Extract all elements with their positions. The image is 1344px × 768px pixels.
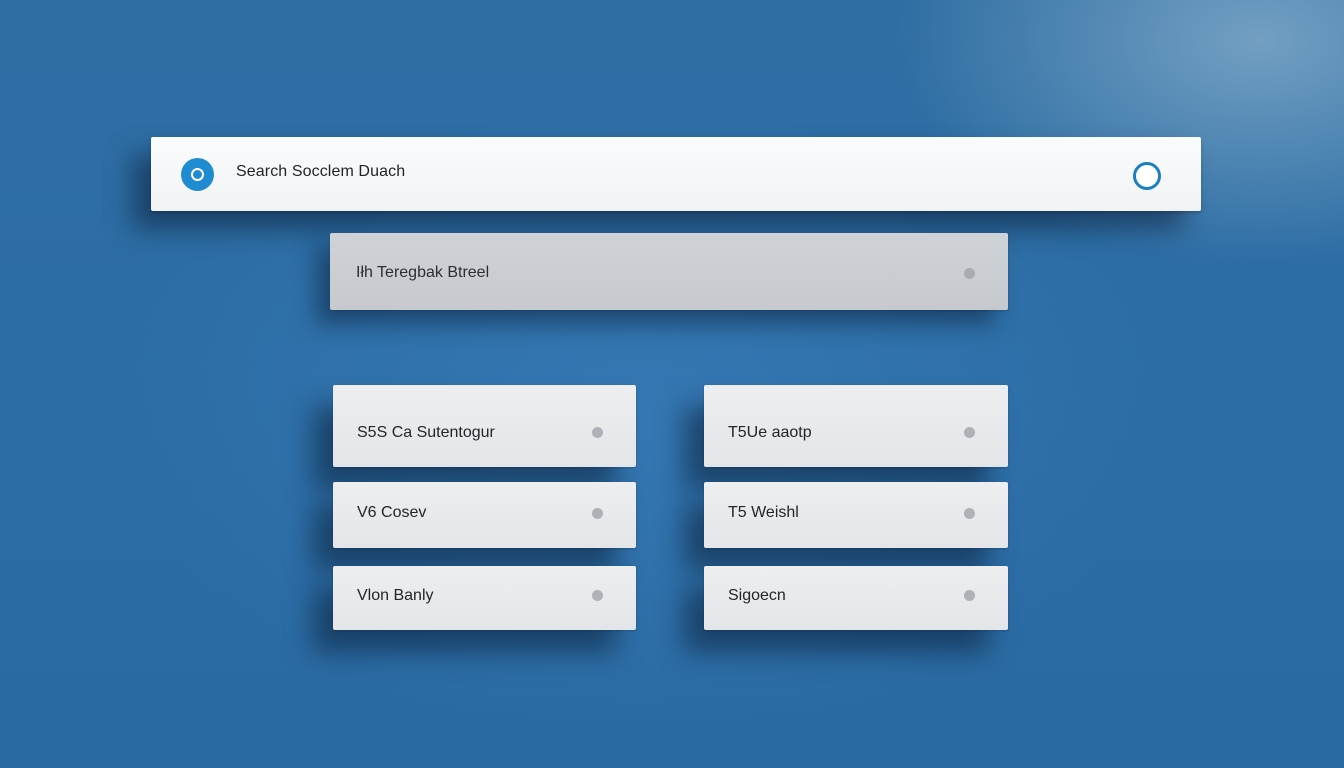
option-label: Sigoecn — [728, 587, 786, 604]
option-card-4[interactable]: T5 Weishl — [704, 482, 1008, 548]
option-label: T5 Weishl — [728, 504, 799, 521]
option-card-3[interactable]: V6 Cosev — [333, 482, 636, 548]
filter-dot-icon — [964, 268, 975, 279]
option-dot-icon — [964, 590, 975, 601]
option-dot-icon — [592, 427, 603, 438]
filter-label: Iłh Teregbak Btreel — [356, 264, 490, 281]
option-label: S5S Ca Sutentogur — [357, 424, 495, 441]
option-card-6[interactable]: Sigoecn — [704, 566, 1008, 630]
option-dot-icon — [592, 508, 603, 519]
search-input[interactable]: Search Socclem Duach — [236, 163, 405, 181]
option-dot-icon — [592, 590, 603, 601]
option-card-2[interactable]: T5Ue aaotp — [704, 385, 1008, 467]
option-dot-icon — [964, 427, 975, 438]
option-label: T5Ue aaotp — [728, 424, 812, 441]
option-label: V6 Cosev — [357, 504, 427, 521]
option-dot-icon — [964, 508, 975, 519]
circle-icon[interactable] — [181, 158, 214, 191]
filter-bar[interactable]: Iłh Teregbak Btreel — [330, 233, 1008, 310]
ring-icon[interactable] — [1133, 162, 1161, 190]
option-label: Vlon Banly — [357, 587, 434, 604]
option-card-1[interactable]: S5S Ca Sutentogur — [333, 385, 636, 467]
option-card-5[interactable]: Vlon Banly — [333, 566, 636, 630]
search-bar[interactable]: Search Socclem Duach — [151, 137, 1201, 211]
